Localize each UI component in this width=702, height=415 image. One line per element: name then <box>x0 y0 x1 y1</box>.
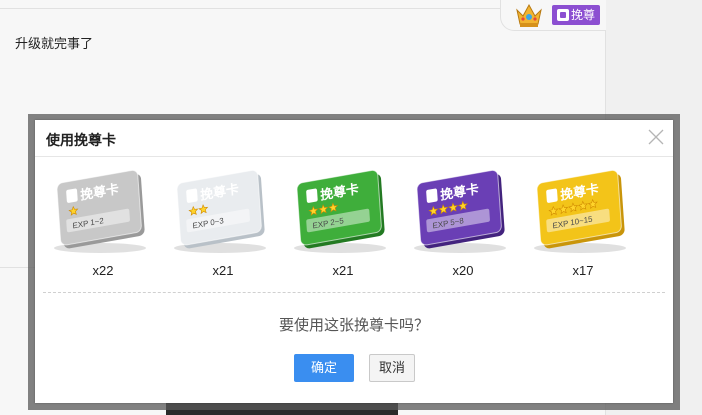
vip-badge[interactable]: 挽尊 <box>552 5 601 25</box>
card-body: 挽尊卡EXP 5~8 <box>416 169 505 249</box>
card-logo-icon <box>66 188 78 203</box>
card-count: x22 <box>92 263 114 278</box>
wanzun-card-2[interactable]: 挽尊卡 EXP 0~3 x21 <box>168 164 278 278</box>
confirm-button[interactable]: 确定 <box>294 354 354 382</box>
card-list: 挽尊卡 EXP 1~2 x22 挽尊卡 EXP 0~3 x21 挽尊卡 EXP 2~5 x21 挽… <box>35 164 673 284</box>
cancel-button[interactable]: 取消 <box>369 354 415 382</box>
badge-icon <box>557 9 569 21</box>
dialog-title: 使用挽尊卡 <box>46 132 116 148</box>
wanzun-card-3[interactable]: 挽尊卡 EXP 2~5 x21 <box>288 164 398 278</box>
wanzun-card-5[interactable]: 挽尊卡 EXP 10~15 x17 <box>528 164 638 278</box>
card-count: x21 <box>212 263 234 278</box>
card-image: 挽尊卡EXP 0~3 <box>174 169 266 253</box>
divider <box>0 8 510 9</box>
card-logo-icon <box>546 188 558 203</box>
card-image: 挽尊卡EXP 5~8 <box>414 169 506 253</box>
card-image: 挽尊卡EXP 10~15 <box>534 169 626 253</box>
card-logo-icon <box>186 188 198 203</box>
wanzun-card-4[interactable]: 挽尊卡 EXP 5~8 x20 <box>408 164 518 278</box>
card-count: x20 <box>452 263 474 278</box>
dashed-divider <box>43 292 665 293</box>
card-body: 挽尊卡EXP 10~15 <box>536 169 625 249</box>
close-icon[interactable] <box>647 128 665 146</box>
card-body: 挽尊卡EXP 2~5 <box>296 169 385 249</box>
post-text: 升级就完事了 <box>15 36 94 51</box>
card-count: x17 <box>572 263 594 278</box>
card-image: 挽尊卡EXP 2~5 <box>294 169 386 253</box>
badge-label: 挽尊 <box>571 8 596 22</box>
dialog-header: 使用挽尊卡 <box>35 120 673 157</box>
card-body: 挽尊卡EXP 1~2 <box>56 169 145 249</box>
wanzun-card-1[interactable]: 挽尊卡 EXP 1~2 x22 <box>48 164 158 278</box>
use-card-dialog: 使用挽尊卡 挽尊卡 EXP 1~2 x22 挽尊卡 EXP 0~3 x21 挽尊卡 EXP 2… <box>35 120 673 403</box>
card-count: x21 <box>332 263 354 278</box>
card-image: 挽尊卡EXP 1~2 <box>54 169 146 253</box>
card-logo-icon <box>426 188 438 203</box>
card-logo-icon <box>306 188 318 203</box>
confirm-question: 要使用这张挽尊卡吗？ <box>278 317 429 334</box>
card-body: 挽尊卡EXP 0~3 <box>176 169 265 249</box>
crown-icon <box>516 3 542 27</box>
